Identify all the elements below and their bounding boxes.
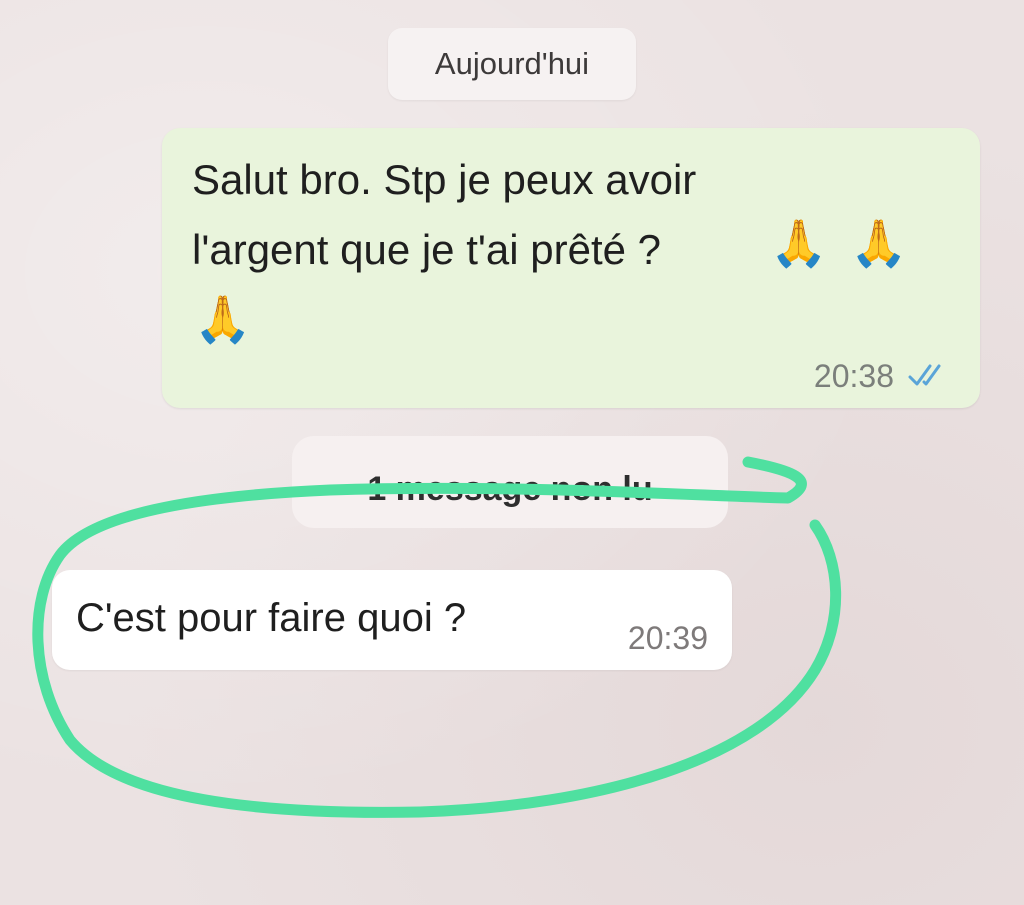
- outgoing-message-time: 20:38: [813, 358, 894, 394]
- incoming-message-bubble[interactable]: C'est pour faire quoi ? 20:39: [52, 570, 732, 670]
- praying-hands-emoji: 🙏: [850, 217, 908, 269]
- praying-hands-emoji: 🙏: [770, 217, 828, 269]
- incoming-message-time: 20:39: [627, 620, 708, 656]
- outgoing-message-line-2: l'argent que je t'ai prêté ?: [192, 226, 662, 273]
- praying-hands-emoji: 🙏: [194, 293, 252, 345]
- outgoing-message-line-1: Salut bro. Stp je peux avoir: [192, 156, 697, 203]
- date-separator: Aujourd'hui: [388, 28, 636, 100]
- outgoing-message-bubble[interactable]: Salut bro. Stp je peux avoir l'argent qu…: [162, 128, 980, 408]
- unread-separator: 1 message non lu: [292, 436, 728, 528]
- date-separator-label: Aujourd'hui: [434, 46, 590, 81]
- unread-separator-label: 1 message non lu: [367, 470, 653, 508]
- double-check-icon: [908, 364, 941, 386]
- incoming-message-text: C'est pour faire quoi ?: [76, 596, 467, 640]
